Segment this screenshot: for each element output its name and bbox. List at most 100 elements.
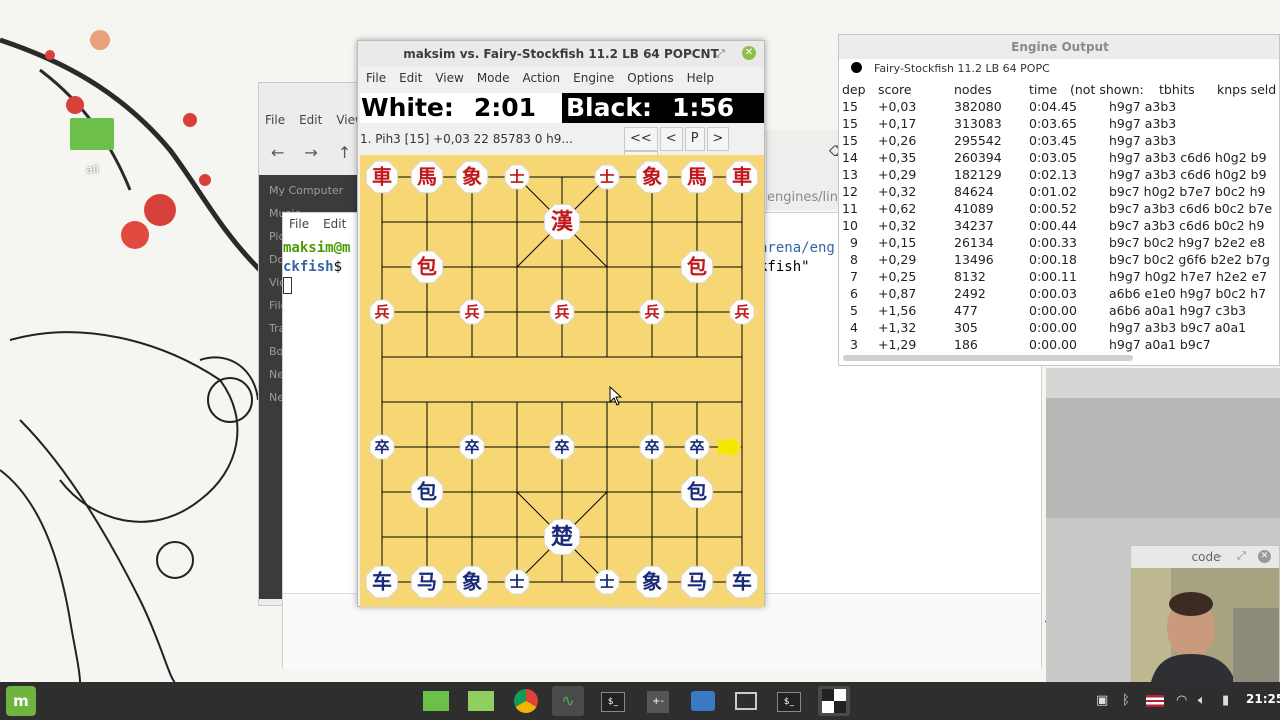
xiangqi-board[interactable]: 車馬象士士象馬車漢包包兵兵兵兵兵卒卒卒卒卒包包楚车马象士士象马车 <box>360 155 764 607</box>
maximize-icon[interactable]: ⤢ <box>1237 549 1246 563</box>
blue-piece[interactable]: 士 <box>594 569 620 595</box>
red-piece[interactable]: 包 <box>680 250 714 284</box>
terminal-output[interactable]: maksim@m ckfish$ <box>283 239 350 300</box>
blue-piece[interactable]: 车 <box>725 565 759 599</box>
menu-mode[interactable]: Mode <box>477 71 510 85</box>
menu-action[interactable]: Action <box>523 71 561 85</box>
red-piece[interactable]: 士 <box>504 164 530 190</box>
piece-glyph: 士 <box>599 573 614 591</box>
pause-button[interactable]: P <box>684 127 705 151</box>
blue-piece[interactable]: 马 <box>410 565 444 599</box>
menu-view[interactable]: View <box>435 71 463 85</box>
cell-pv: h9g7 h0g2 h7e7 h2e2 e7 <box>1109 269 1268 284</box>
horizontal-scrollbar[interactable] <box>843 355 1133 361</box>
camera-icon[interactable]: ▣ <box>1096 693 1108 708</box>
blue-piece[interactable]: 卒 <box>369 434 395 460</box>
blue-piece[interactable]: 卒 <box>639 434 665 460</box>
blue-piece[interactable]: 包 <box>410 475 444 509</box>
blue-piece[interactable]: 卒 <box>549 434 575 460</box>
cell-time: 0:03.05 <box>1029 150 1077 165</box>
white-clock[interactable]: White: 2:01 <box>360 93 562 123</box>
blue-piece[interactable]: 楚 <box>543 518 581 556</box>
cell-pv: b9c7 b0c2 h9g7 b2e2 e8 <box>1109 235 1266 250</box>
system-monitor-icon[interactable]: ∿ <box>552 686 584 716</box>
sidebar-item[interactable]: My Computer <box>259 179 371 202</box>
screenshot-icon[interactable] <box>687 686 719 716</box>
red-piece[interactable]: 兵 <box>639 299 665 325</box>
menu-help[interactable]: Help <box>687 71 714 85</box>
red-piece[interactable]: 漢 <box>543 203 581 241</box>
red-piece[interactable]: 兵 <box>549 299 575 325</box>
volume-icon[interactable]: 🔈︎ <box>1198 693 1206 708</box>
red-piece[interactable]: 包 <box>410 250 444 284</box>
cell-time: 0:00.03 <box>1029 286 1077 301</box>
bluetooth-icon[interactable]: ᛒ <box>1122 693 1130 708</box>
power-icon[interactable]: ▮ <box>1222 693 1229 708</box>
board-svg[interactable]: 車馬象士士象馬車漢包 包兵兵兵兵兵卒卒卒卒卒包 包楚车马象士士象马车 <box>360 155 764 607</box>
terminal-icon[interactable]: $_ <box>773 686 805 716</box>
cell-score: +0,32 <box>878 218 917 233</box>
start-menu-button[interactable]: m <box>6 686 36 716</box>
minimize-icon[interactable]: – <box>690 47 696 60</box>
red-piece[interactable]: 車 <box>725 160 759 194</box>
red-piece[interactable]: 馬 <box>680 160 714 194</box>
red-piece[interactable]: 兵 <box>459 299 485 325</box>
engine-name-row: Fairy-Stockfish 11.2 LB 64 POPC <box>851 61 1050 77</box>
folder-icon[interactable] <box>70 118 114 150</box>
blue-piece[interactable]: 包 <box>680 475 714 509</box>
fm-menu-edit[interactable]: Edit <box>299 113 322 127</box>
up-arrow-icon[interactable]: ↑ <box>338 143 351 162</box>
files-icon[interactable] <box>465 686 497 716</box>
calculator-icon[interactable]: +- <box>642 686 674 716</box>
black-clock[interactable]: Black: 1:56 <box>562 93 764 123</box>
blue-piece[interactable]: 象 <box>635 565 669 599</box>
terminal-icon[interactable]: $_ <box>597 686 629 716</box>
piece-glyph: 車 <box>372 164 392 188</box>
red-piece[interactable]: 馬 <box>410 160 444 194</box>
cell-dep: 4 <box>850 320 858 335</box>
red-piece[interactable]: 兵 <box>369 299 395 325</box>
first-move-button[interactable]: << <box>624 127 658 151</box>
keyboard-layout-icon[interactable] <box>1146 695 1164 707</box>
menu-edit[interactable]: Edit <box>399 71 422 85</box>
minimize-icon[interactable]: – <box>1217 549 1223 562</box>
xboard-icon[interactable] <box>818 686 850 716</box>
menu-options[interactable]: Options <box>627 71 673 85</box>
cell-nodes: 182129 <box>954 167 1002 182</box>
menu-engine[interactable]: Engine <box>573 71 614 85</box>
term-menu-file[interactable]: File <box>289 217 309 231</box>
desktop-icon-label[interactable]: all <box>86 163 99 176</box>
red-piece[interactable]: 兵 <box>729 299 755 325</box>
piece-glyph: 車 <box>732 164 752 188</box>
red-piece[interactable]: 士 <box>594 164 620 190</box>
close-icon[interactable]: ✕ <box>742 46 756 60</box>
blue-piece[interactable]: 士 <box>504 569 530 595</box>
blue-piece[interactable]: 马 <box>680 565 714 599</box>
prev-move-button[interactable]: < <box>659 127 683 151</box>
cell-score: +0,35 <box>878 150 917 165</box>
blue-piece[interactable]: 象 <box>455 565 489 599</box>
maximize-icon[interactable]: ⤢ <box>716 47 725 61</box>
red-piece[interactable]: 象 <box>635 160 669 194</box>
taskbar-clock[interactable]: 21:25 <box>1246 692 1280 706</box>
next-move-button[interactable]: > <box>706 127 730 151</box>
term-menu-edit[interactable]: Edit <box>323 217 346 231</box>
forward-arrow-icon[interactable]: → <box>304 143 317 162</box>
chrome-icon[interactable] <box>510 686 542 716</box>
close-icon[interactable]: ✕ <box>1258 550 1271 563</box>
blue-piece[interactable]: 车 <box>365 565 399 599</box>
cell-score: +0,15 <box>878 235 917 250</box>
window-icon[interactable] <box>730 686 762 716</box>
menu-file[interactable]: File <box>366 71 386 85</box>
red-piece[interactable]: 車 <box>365 160 399 194</box>
fm-menu-file[interactable]: File <box>265 113 285 127</box>
folder-icon[interactable] <box>420 686 452 716</box>
back-arrow-icon[interactable]: ← <box>271 143 284 162</box>
cell-nodes: 34237 <box>954 218 994 233</box>
red-piece[interactable]: 象 <box>455 160 489 194</box>
window-title: maksim vs. Fairy-Stockfish 11.2 LB 64 PO… <box>358 41 764 67</box>
blue-piece[interactable]: 卒 <box>459 434 485 460</box>
blue-piece[interactable]: 卒 <box>684 434 710 460</box>
wifi-icon[interactable]: ◠ <box>1176 693 1187 708</box>
piece-glyph: 楚 <box>551 525 573 550</box>
